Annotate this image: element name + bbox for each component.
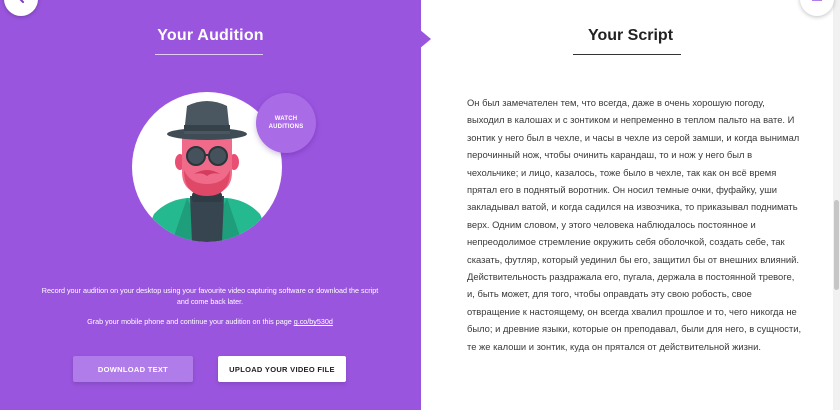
panel-pointer	[419, 29, 431, 49]
audition-title: Your Audition	[157, 27, 264, 44]
upload-video-button[interactable]: UPLOAD YOUR VIDEO FILE	[218, 356, 346, 382]
script-panel: Your Script Он был замечателен тем, что …	[421, 0, 840, 410]
audition-panel: Your Audition WATCH AUDITIONS Record you…	[0, 0, 421, 410]
hamburger-menu-icon	[810, 0, 824, 9]
chevron-left-icon	[14, 0, 28, 9]
script-title-underline	[573, 54, 681, 55]
record-instructions: Record your audition on your desktop usi…	[41, 286, 379, 306]
watch-auditions-button[interactable]: WATCH AUDITIONS	[256, 93, 316, 153]
audition-title-underline	[155, 54, 263, 55]
script-fade	[421, 350, 840, 410]
mobile-instructions: Grab your mobile phone and continue your…	[40, 316, 380, 327]
script-text: Он был замечателен тем, что всегда, даже…	[467, 97, 802, 352]
scrollbar[interactable]	[833, 0, 840, 410]
short-link[interactable]: g.co/by530d	[294, 317, 333, 326]
mobile-instructions-text: Grab your mobile phone and continue your…	[87, 317, 292, 326]
script-title: Your Script	[587, 27, 674, 44]
scrollbar-thumb[interactable]	[834, 200, 839, 290]
download-text-button[interactable]: DOWNLOAD TEXT	[73, 356, 193, 382]
